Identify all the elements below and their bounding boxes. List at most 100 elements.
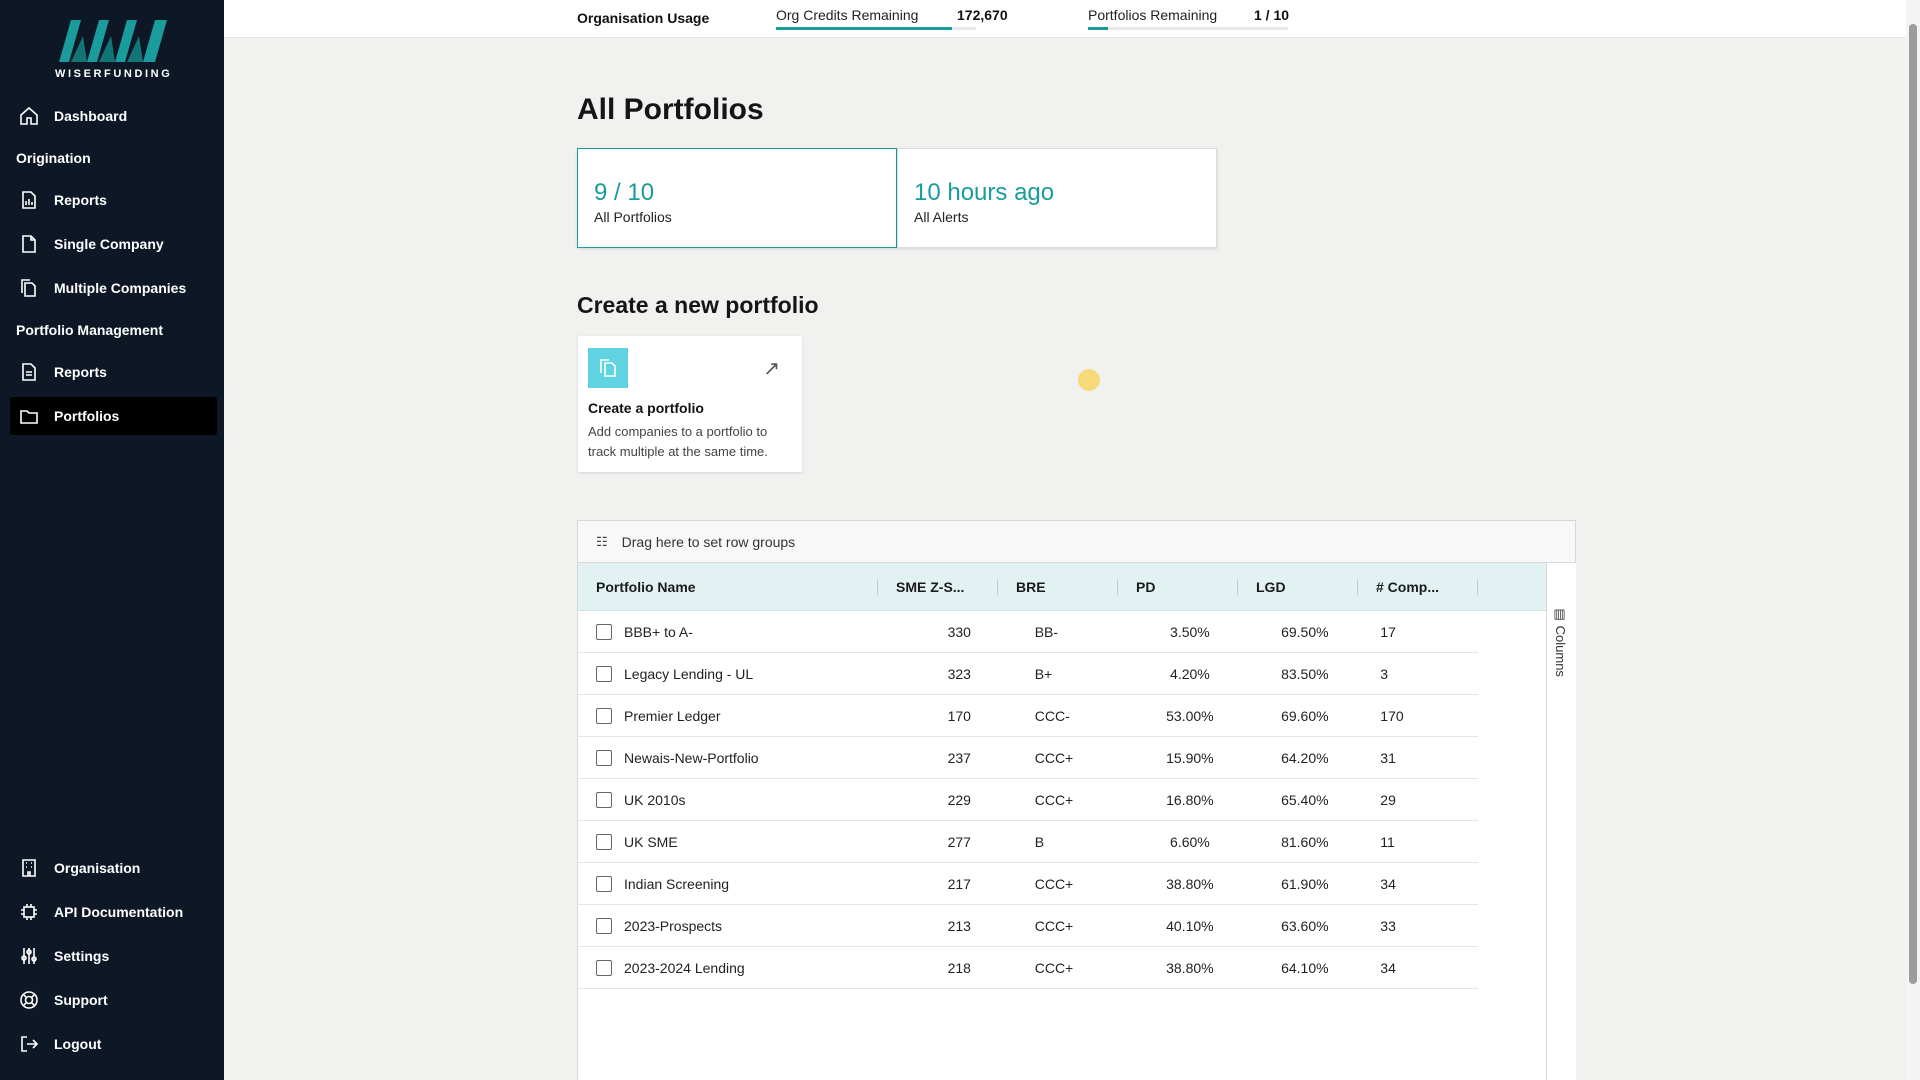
table-row[interactable]: 2023-2024 Lending 218 CCC+ 38.80% 64.10% 34	[578, 947, 1478, 989]
cell-bre: CCC+	[1034, 749, 1074, 766]
cell-lgd: 69.50%	[1281, 623, 1329, 640]
create-portfolio-card[interactable]: ↗ Create a portfolio Add companies to a …	[578, 336, 802, 472]
sliders-icon	[18, 945, 40, 967]
cell-sme-z-score: 277	[947, 833, 971, 850]
sidebar-item-support[interactable]: Support	[10, 981, 217, 1019]
row-checkbox[interactable]	[596, 665, 612, 682]
sidebar-item-label: Settings	[54, 948, 110, 964]
cell-lgd: 83.50%	[1281, 665, 1329, 682]
arrow-up-right-icon: ↗	[763, 358, 780, 380]
row-checkbox[interactable]	[596, 959, 612, 976]
columns-side-panel: ▥ Columns	[1546, 563, 1576, 1080]
cell-bre: BB-	[1034, 623, 1059, 640]
column-header-pd[interactable]: PD	[1118, 563, 1238, 611]
portfolios-remaining-meter: Portfolios Remaining 1 / 10	[1088, 7, 1308, 30]
row-checkbox[interactable]	[596, 749, 612, 766]
cell-sme-z-score: 213	[947, 917, 971, 934]
folder-icon	[18, 405, 40, 427]
cursor-highlight	[1078, 369, 1100, 391]
cell-company-count: 34	[1380, 959, 1396, 976]
table-row[interactable]: Premier Ledger 170 CCC- 53.00% 69.60% 170	[578, 695, 1478, 737]
cell-pd: 3.50%	[1170, 623, 1210, 640]
cell-company-count: 11	[1380, 833, 1395, 850]
create-portfolio-heading: Create a new portfolio	[577, 292, 819, 318]
sidebar-item-multiple-companies[interactable]: Multiple Companies	[10, 269, 217, 307]
cell-sme-z-score: 229	[947, 791, 971, 808]
table-row[interactable]: 2023-Prospects 213 CCC+ 40.10% 63.60% 33	[578, 905, 1478, 947]
table-header-row: Portfolio Name SME Z-S... BRE PD LGD # C…	[578, 563, 1546, 611]
cell-lgd: 64.10%	[1281, 959, 1329, 976]
row-checkbox[interactable]	[596, 707, 612, 724]
lifebuoy-icon	[18, 989, 40, 1011]
row-checkbox[interactable]	[596, 917, 612, 934]
sidebar-item-portfolio-reports[interactable]: Reports	[10, 353, 217, 391]
sidebar-item-organisation[interactable]: Organisation	[10, 849, 217, 887]
table-row[interactable]: BBB+ to A- 330 BB- 3.50% 69.50% 17	[578, 611, 1478, 653]
cell-bre: CCC+	[1034, 875, 1074, 892]
sidebar-item-settings[interactable]: Settings	[10, 937, 217, 975]
sidebar-section-portfolio-management: Portfolio Management	[16, 322, 164, 338]
table-row[interactable]: Newais-New-Portfolio 237 CCC+ 15.90% 64.20% 3…	[578, 737, 1478, 779]
sidebar-item-logout[interactable]: Logout	[10, 1025, 217, 1063]
row-checkbox[interactable]	[596, 875, 612, 892]
sidebar-item-portfolios[interactable]: Portfolios	[10, 397, 217, 435]
create-portfolio-title: Create a portfolio	[588, 400, 704, 416]
columns-button[interactable]: ▥ Columns	[1553, 607, 1568, 677]
row-checkbox[interactable]	[596, 623, 612, 640]
cell-portfolio-name[interactable]: Indian Screening	[624, 876, 902, 892]
stat-card-all-alerts[interactable]: 10 hours ago All Alerts	[897, 148, 1217, 248]
sidebar-item-label: Portfolios	[54, 408, 120, 424]
column-header-company-count[interactable]: # Comp...	[1358, 563, 1478, 611]
cell-portfolio-name[interactable]: Premier Ledger	[624, 708, 902, 724]
cell-portfolio-name[interactable]: UK 2010s	[624, 792, 902, 808]
sidebar-item-label: Single Company	[54, 236, 164, 252]
logo[interactable]: WISERFUNDING	[55, 18, 170, 83]
sidebar-item-label: Reports	[54, 364, 107, 380]
column-header-lgd[interactable]: LGD	[1238, 563, 1358, 611]
cell-portfolio-name[interactable]: 2023-2024 Lending	[624, 960, 902, 976]
org-credits-value: 172,670	[957, 7, 1008, 23]
stat-value: 9 / 10	[594, 179, 655, 206]
sidebar-item-label: Reports	[54, 192, 107, 208]
cell-pd: 38.80%	[1166, 959, 1214, 976]
table-row[interactable]: UK SME 277 B 6.60% 81.60% 11	[578, 821, 1478, 863]
org-credits-track	[776, 27, 976, 30]
sidebar-item-origination-reports[interactable]: Reports	[10, 181, 217, 219]
stat-label: All Portfolios	[594, 209, 672, 225]
row-checkbox[interactable]	[596, 833, 612, 850]
page-title: All Portfolios	[577, 93, 764, 126]
sidebar-item-api-documentation[interactable]: API Documentation	[10, 893, 217, 931]
cell-bre: CCC+	[1034, 959, 1074, 976]
scrollbar-thumb[interactable]	[1909, 24, 1917, 984]
cell-portfolio-name[interactable]: Newais-New-Portfolio	[624, 750, 902, 766]
column-header-portfolio-name[interactable]: Portfolio Name	[578, 563, 878, 611]
column-header-bre[interactable]: BRE	[998, 563, 1118, 611]
table-row[interactable]: Indian Screening 217 CCC+ 38.80% 61.90% 34	[578, 863, 1478, 905]
sidebar-item-dashboard[interactable]: Dashboard	[10, 97, 217, 135]
page-scrollbar[interactable]	[1906, 0, 1920, 1080]
cell-company-count: 33	[1380, 917, 1396, 934]
cell-sme-z-score: 330	[947, 623, 971, 640]
cell-portfolio-name[interactable]: 2023-Prospects	[624, 918, 902, 934]
create-portfolio-description: Add companies to a portfolio to track mu…	[588, 424, 768, 459]
cell-portfolio-name[interactable]: BBB+ to A-	[624, 624, 902, 640]
table-row[interactable]: Legacy Lending - UL 323 B+ 4.20% 83.50% 3	[578, 653, 1478, 695]
portfolios-remaining-label: Portfolios Remaining	[1088, 7, 1218, 23]
cell-portfolio-name[interactable]: UK SME	[624, 834, 902, 850]
wiserfunding-logo-icon	[58, 20, 167, 62]
cell-portfolio-name[interactable]: Legacy Lending - UL	[624, 666, 902, 682]
table-row[interactable]: UK 2010s 229 CCC+ 16.80% 65.40% 29	[578, 779, 1478, 821]
cell-company-count: 34	[1380, 875, 1396, 892]
table-body: BBB+ to A- 330 BB- 3.50% 69.50% 17 Legacy Lend…	[578, 611, 1478, 989]
stat-card-all-portfolios[interactable]: 9 / 10 All Portfolios	[577, 148, 897, 248]
portfolios-remaining-track	[1088, 27, 1288, 30]
sidebar-item-single-company[interactable]: Single Company	[10, 225, 217, 263]
cell-lgd: 69.60%	[1281, 707, 1329, 724]
column-header-sme-z-score[interactable]: SME Z-S...	[878, 563, 998, 611]
row-group-dropzone[interactable]: ☷ Drag here to set row groups	[578, 521, 1575, 563]
row-checkbox[interactable]	[596, 791, 612, 808]
logo-text: WISERFUNDING	[55, 68, 173, 80]
cell-lgd: 61.90%	[1281, 875, 1329, 892]
cell-company-count: 3	[1380, 665, 1389, 682]
cell-pd: 53.00%	[1166, 707, 1214, 724]
